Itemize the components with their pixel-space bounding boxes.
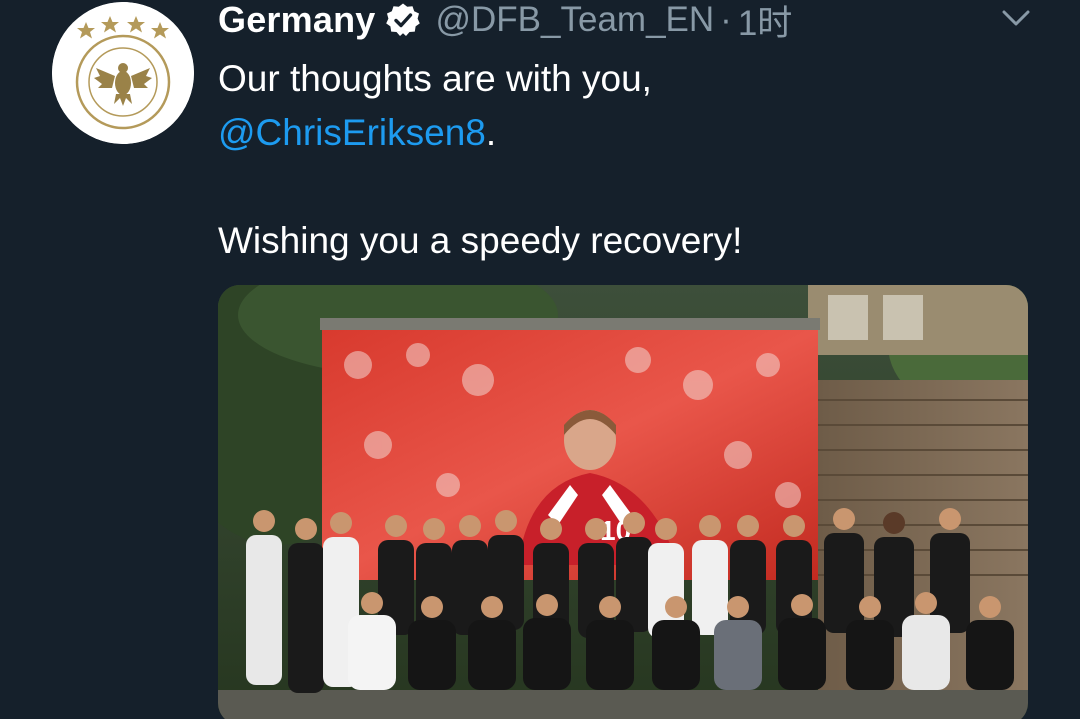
team-photo-image: 10: [218, 285, 1028, 719]
tweet-line-2: @ChrisEriksen8.: [218, 106, 1038, 160]
mention-link[interactable]: @ChrisEriksen8: [218, 112, 486, 153]
mention-suffix: .: [485, 112, 497, 153]
profile-avatar[interactable]: [52, 2, 194, 144]
user-handle[interactable]: @DFB_Team_EN: [435, 0, 714, 40]
tweet-text: Our thoughts are with you, @ChrisEriksen…: [218, 52, 1038, 268]
tweet-header: Germany @DFB_Team_EN · 1时: [218, 0, 792, 43]
display-name[interactable]: Germany: [218, 0, 375, 41]
chevron-down-icon[interactable]: [1000, 4, 1032, 32]
paragraph-break: [218, 160, 1038, 214]
tweet-photo[interactable]: 10: [218, 285, 1028, 719]
tweet-timestamp[interactable]: 1时: [738, 0, 792, 46]
dfb-crest-icon: [52, 2, 194, 144]
separator-dot: ·: [720, 0, 732, 39]
tweet-line-1: Our thoughts are with you,: [218, 58, 652, 99]
tweet-line-3: Wishing you a speedy recovery!: [218, 220, 743, 261]
verified-badge-icon: [385, 2, 421, 38]
